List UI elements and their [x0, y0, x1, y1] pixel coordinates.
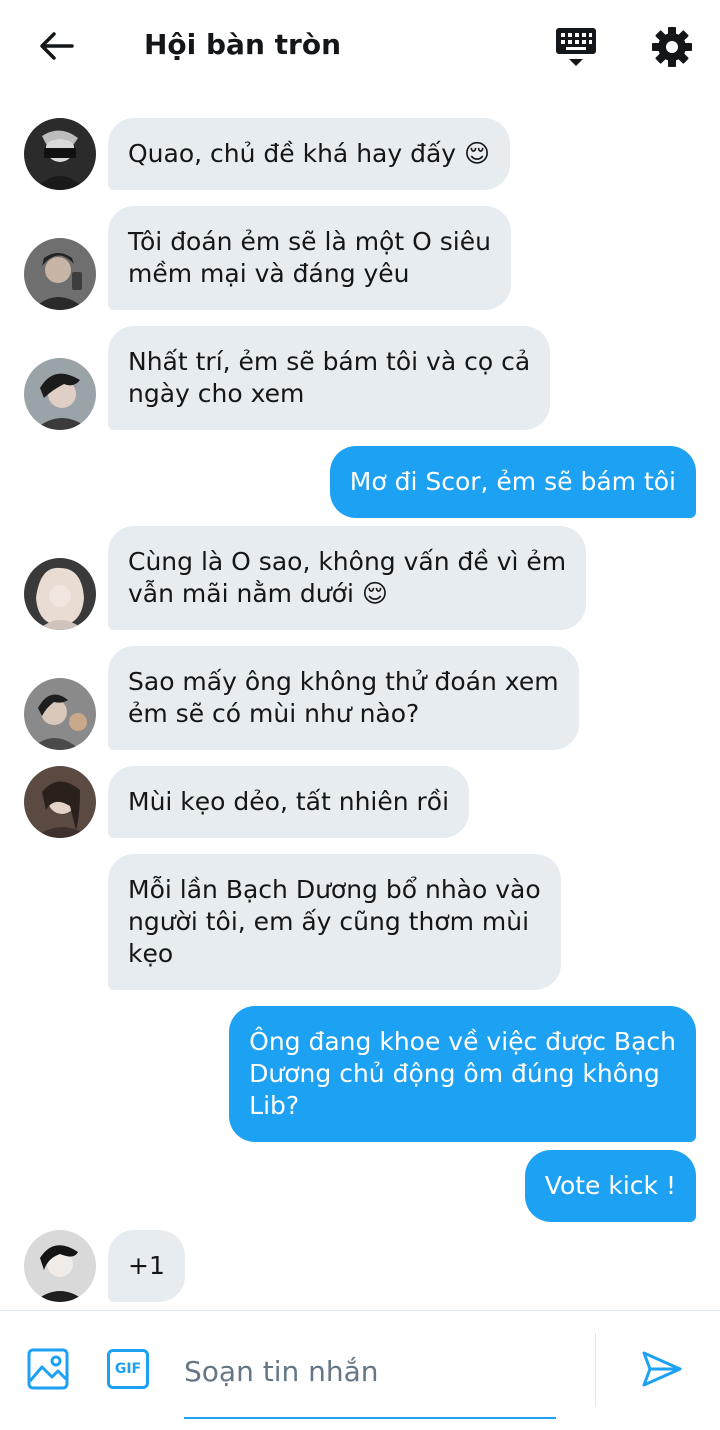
incoming-message-bubble[interactable]: Quao, chủ đề khá hay đấy 😌 [108, 118, 511, 190]
send-button[interactable] [638, 1345, 686, 1393]
avatar[interactable] [24, 558, 96, 630]
back-button[interactable] [34, 26, 78, 66]
avatar[interactable] [24, 118, 96, 190]
message-list[interactable]: Quao, chủ đề khá hay đấy 😌 Tôi đoán ẻm s… [0, 92, 720, 1310]
avatar[interactable] [24, 1230, 96, 1302]
composer-divider [595, 1333, 596, 1407]
image-icon [27, 1348, 69, 1390]
gear-icon [652, 27, 692, 67]
add-gif-button[interactable]: GIF [104, 1345, 152, 1393]
incoming-message-bubble[interactable]: Tôi đoán ẻm sẽ là một O siêu mềm mại và … [108, 206, 511, 310]
incoming-message-bubble[interactable]: Nhất trí, ẻm sẽ bám tôi và cọ cả ngày ch… [108, 326, 551, 430]
incoming-message-bubble[interactable]: Cùng là O sao, không vấn đề vì ẻm vẫn mã… [108, 526, 587, 630]
avatar[interactable] [24, 358, 96, 430]
outgoing-message-bubble[interactable]: Mơ đi Scor, ẻm sẽ bám tôi [329, 446, 696, 518]
arrow-left-icon [40, 32, 74, 60]
keyboard-icon [556, 28, 596, 66]
incoming-message-bubble[interactable]: Mùi kẹo dẻo, tất nhiên rồi [108, 766, 470, 838]
message-composer: GIF [0, 1310, 720, 1430]
keyboard-button[interactable] [552, 24, 600, 70]
settings-button[interactable] [648, 24, 696, 70]
message-input-wrapper [184, 1343, 556, 1419]
incoming-message-bubble[interactable]: Sao mấy ông không thử đoán xem ẻm sẽ có … [108, 646, 579, 750]
outgoing-message-bubble[interactable]: Ông đang khoe về việc được Bạch Dương ch… [229, 1006, 696, 1142]
gif-icon: GIF [107, 1349, 149, 1389]
message-input[interactable] [184, 1343, 556, 1399]
chat-header: Hội bàn tròn [0, 0, 720, 92]
send-icon [642, 1351, 682, 1387]
incoming-message-bubble[interactable]: Mỗi lần Bạch Dương bổ nhào vào người tôi… [108, 854, 561, 990]
avatar[interactable] [24, 766, 96, 838]
avatar[interactable] [24, 238, 96, 310]
conversation-title: Hội bàn tròn [144, 28, 341, 61]
incoming-message-bubble[interactable]: +1 [108, 1230, 185, 1302]
add-image-button[interactable] [24, 1345, 72, 1393]
outgoing-message-bubble[interactable]: Vote kick ! [524, 1150, 696, 1222]
avatar[interactable] [24, 678, 96, 750]
